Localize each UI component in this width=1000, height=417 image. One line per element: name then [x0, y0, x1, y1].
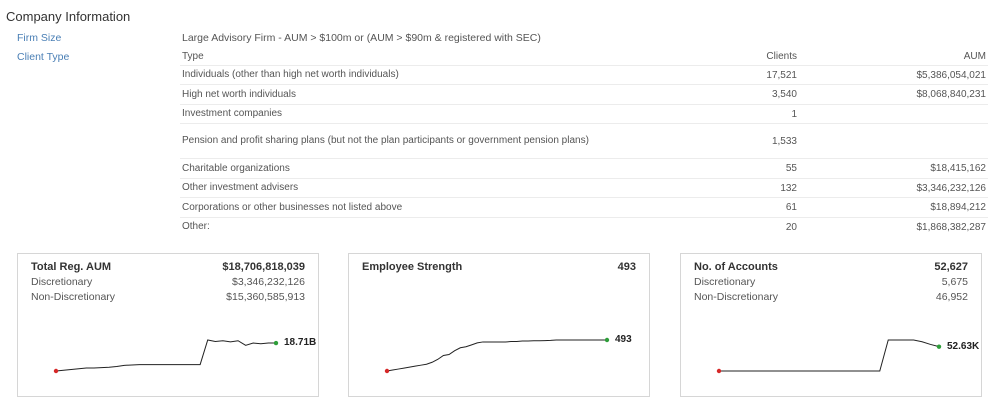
table-header: Type Clients AUM — [180, 48, 988, 66]
cell-type: Corporations or other businesses not lis… — [182, 201, 403, 213]
cell-type: High net worth individuals — [182, 88, 296, 100]
cell-type: Charitable organizations — [182, 162, 290, 174]
cell-aum: $18,894,212 — [930, 202, 986, 213]
cell-aum: $18,415,162 — [930, 163, 986, 174]
sparkline-chart — [716, 339, 942, 374]
table-row: Individuals (other than high net worth i… — [180, 66, 988, 85]
table-row: Corporations or other businesses not lis… — [180, 198, 988, 218]
header-aum: AUM — [963, 51, 986, 62]
sparkline-start-dot — [384, 368, 390, 374]
sparkline-start-dot — [716, 368, 722, 374]
cell-type: Investment companies — [182, 108, 283, 119]
cell-type: Pension and profit sharing plans (but no… — [182, 135, 589, 146]
cell-type: Individuals (other than high net worth i… — [182, 69, 399, 80]
cell-aum: $1,868,382,287 — [916, 221, 986, 233]
sparkline-value-label: 52.63K — [947, 340, 980, 352]
header-type: Type — [182, 50, 204, 62]
sparkline-value-label: 18.71B — [284, 337, 317, 349]
metric-card: No. of Accounts 52,627 Discretionary 5,675 N… — [680, 253, 982, 397]
section-title: Company Information — [6, 9, 131, 24]
cell-clients: 1,533 — [771, 135, 797, 147]
cell-type: Other: — [182, 221, 210, 232]
client-type-label[interactable]: Client Type — [17, 51, 69, 63]
cell-aum: $5,386,054,021 — [916, 69, 986, 81]
sparkline-line — [55, 339, 276, 372]
cell-clients: 1 — [791, 108, 797, 120]
cell-clients: 3,540 — [771, 89, 797, 100]
table-row: Investment companies 1 — [180, 105, 988, 124]
cell-clients: 20 — [785, 221, 797, 233]
sparkline-chart — [384, 337, 610, 374]
sparkline-chart — [53, 339, 279, 374]
sparkline-line — [719, 339, 940, 372]
client-type-table: Type Clients AUM Individuals (other than… — [180, 48, 988, 236]
firm-size-value: Large Advisory Firm - AUM > $100m or (AU… — [182, 32, 541, 44]
cell-clients: 61 — [785, 202, 797, 213]
firm-size-label[interactable]: Firm Size — [17, 32, 61, 44]
table-row: Charitable organizations 55 $18,415,162 — [180, 159, 988, 179]
sparkline-end-dot — [936, 344, 942, 349]
sparkline-value-label: 493 — [615, 334, 632, 345]
table-row: Other investment advisers 132 $3,346,232,1… — [180, 179, 988, 198]
cell-clients: 17,521 — [766, 69, 797, 81]
table-body: Individuals (other than high net worth i… — [180, 66, 988, 236]
metric-card: Total Reg. AUM $18,706,818,039 Discretiona… — [17, 253, 319, 397]
header-clients: Clients — [766, 51, 797, 62]
cell-aum: $8,068,840,231 — [916, 89, 986, 100]
table-row: High net worth individuals 3,540 $8,068,84… — [180, 85, 988, 105]
cell-type: Other investment advisers — [182, 182, 299, 193]
cell-clients: 132 — [780, 182, 797, 194]
cell-aum: $3,346,232,126 — [916, 182, 986, 194]
sparkline-start-dot — [53, 368, 59, 374]
table-row: Pension and profit sharing plans (but no… — [180, 124, 988, 159]
cell-clients: 55 — [785, 163, 797, 174]
metric-card: Employee Strength 493 493 — [348, 253, 650, 397]
sparkline-line — [386, 339, 607, 372]
sparkline-end-dot — [604, 337, 610, 343]
table-row: Other: 20 $1,868,382,287 — [180, 218, 988, 236]
sparkline-end-dot — [273, 340, 279, 346]
